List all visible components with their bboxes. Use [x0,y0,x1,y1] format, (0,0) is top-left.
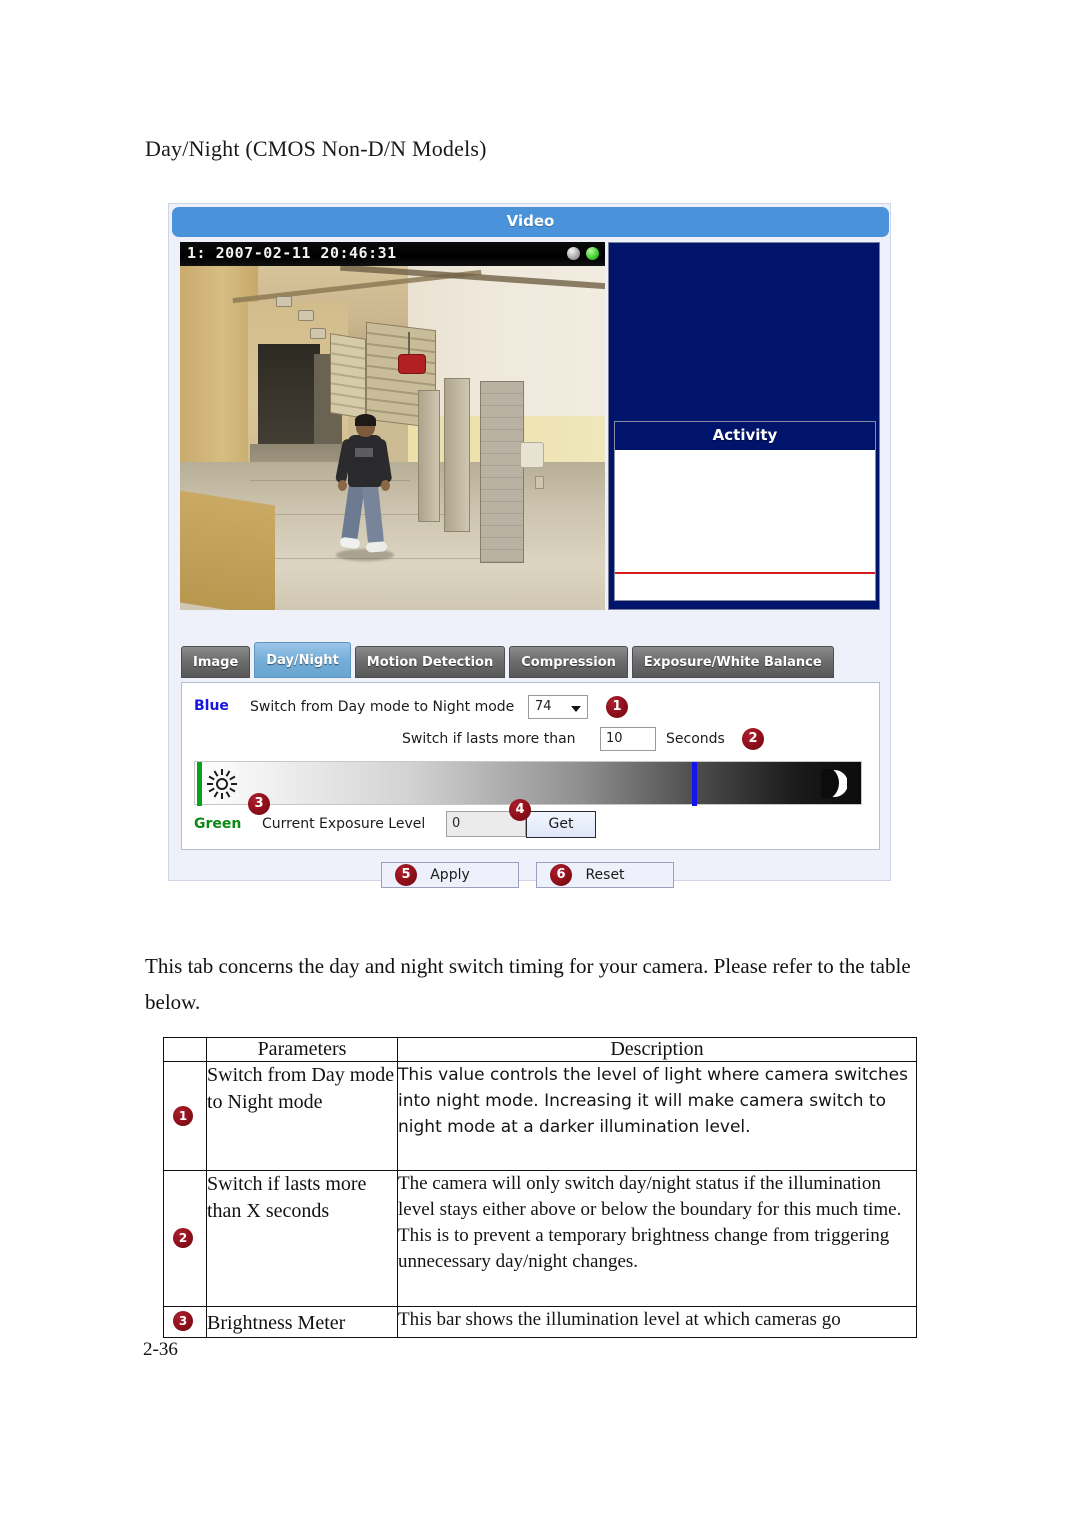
switch-day-to-night-row: Blue Switch from Day mode to Night mode … [194,695,870,721]
parameters-table: Parameters Description 1 Switch from Day… [163,1037,917,1338]
brightness-meter[interactable] [194,761,862,806]
moon-icon [821,769,847,799]
switch-threshold-select[interactable]: 74 [528,695,588,719]
callout-6: 6 [550,864,572,886]
status-led-green-icon [586,247,599,260]
activity-side-column: Activity [608,242,880,610]
switch-lasts-label: Switch if lasts more than [402,731,576,747]
activity-header: Activity [615,422,875,450]
activity-log-body[interactable] [615,450,875,572]
person-figure [334,414,394,561]
table-row: 1 Switch from Day mode to Night mode Thi… [163,1061,917,1171]
form-action-row: Apply 5 Reset 6 [381,862,681,890]
status-led-gray-icon [567,247,580,260]
get-button[interactable]: Get [526,811,596,838]
meter-blue-marker[interactable] [692,762,697,806]
callout-5: 5 [395,864,417,886]
tab-day-night[interactable]: Day/Night [254,642,351,678]
tab-image[interactable]: Image [181,646,251,678]
table-header-num [163,1037,207,1062]
table-cell-parameter: Brightness Meter [206,1306,398,1338]
table-cell-callout: 2 [163,1170,207,1307]
current-exposure-label: Current Exposure Level [262,816,426,832]
table-header-description: Description [397,1037,917,1062]
activity-footer [615,574,875,598]
callout-2: 2 [742,728,764,750]
video-osd-bar: 1: 2007-02-11 20:46:31 [180,242,605,266]
video-settings-panel: Video 1: 2007-02-11 20:46:31 Activity Im… [168,203,891,888]
video-scene [180,266,605,610]
table-row: 2 Switch if lasts more than X seconds Th… [163,1170,917,1307]
sun-icon [207,769,237,799]
table-header-row: Parameters Description [163,1037,917,1062]
video-and-activity-row: 1: 2007-02-11 20:46:31 Activity [180,242,880,610]
switch-lasts-value: 10 [606,731,623,746]
blue-legend-label: Blue [194,698,229,714]
table-cell-callout: 3 [163,1306,207,1338]
page-number: 2-36 [143,1339,178,1360]
meter-green-marker [197,762,202,806]
page-title: Day/Night (CMOS Non-D/N Models) [145,136,487,161]
table-cell-description: This value controls the level of light w… [397,1061,917,1171]
video-timestamp: 1: 2007-02-11 20:46:31 [187,244,397,262]
table-row: 3 Brightness Meter This bar shows the il… [163,1306,917,1338]
activity-panel: Activity [614,421,876,601]
panel-title-label: Video [506,212,555,230]
current-exposure-value: 0 [452,816,461,831]
activity-title-label: Activity [712,426,778,444]
callout-2-table: 2 [173,1228,193,1248]
table-cell-parameter: Switch from Day mode to Night mode [206,1061,398,1171]
callout-1-table: 1 [173,1106,193,1126]
table-cell-parameter: Switch if lasts more than X seconds [206,1170,398,1307]
switch-day-to-night-label: Switch from Day mode to Night mode [250,699,515,715]
callout-3: 3 [248,793,270,815]
table-cell-description: This bar shows the illumination level at… [397,1306,917,1338]
tab-compression[interactable]: Compression [509,646,628,678]
settings-tabbar: Image Day/Night Motion Detection Compres… [181,642,838,678]
callout-1: 1 [606,696,628,718]
table-cell-description: The camera will only switch day/night st… [397,1170,917,1307]
chevron-down-icon [571,706,581,712]
panel-titlebar: Video [172,207,889,237]
callout-4: 4 [509,799,531,821]
switch-duration-row: Switch if lasts more than 10 Seconds 2 [194,727,870,753]
callout-3-table: 3 [173,1311,193,1331]
table-header-parameters: Parameters [206,1037,398,1062]
tab-exposure-white-balance[interactable]: Exposure/White Balance [631,646,834,678]
tab-motion-detection[interactable]: Motion Detection [354,646,506,678]
seconds-unit-label: Seconds [666,731,725,747]
live-video-view[interactable]: 1: 2007-02-11 20:46:31 [180,242,605,610]
green-legend-label: Green [194,816,242,832]
table-cell-callout: 1 [163,1061,207,1171]
current-exposure-row: Green Current Exposure Level 0 4 Get [194,799,870,839]
day-night-settings-box: Blue Switch from Day mode to Night mode … [181,682,880,850]
switch-threshold-value: 74 [535,699,552,714]
switch-lasts-input[interactable]: 10 [600,727,656,751]
body-paragraph: This tab concerns the day and night swit… [145,954,911,1014]
